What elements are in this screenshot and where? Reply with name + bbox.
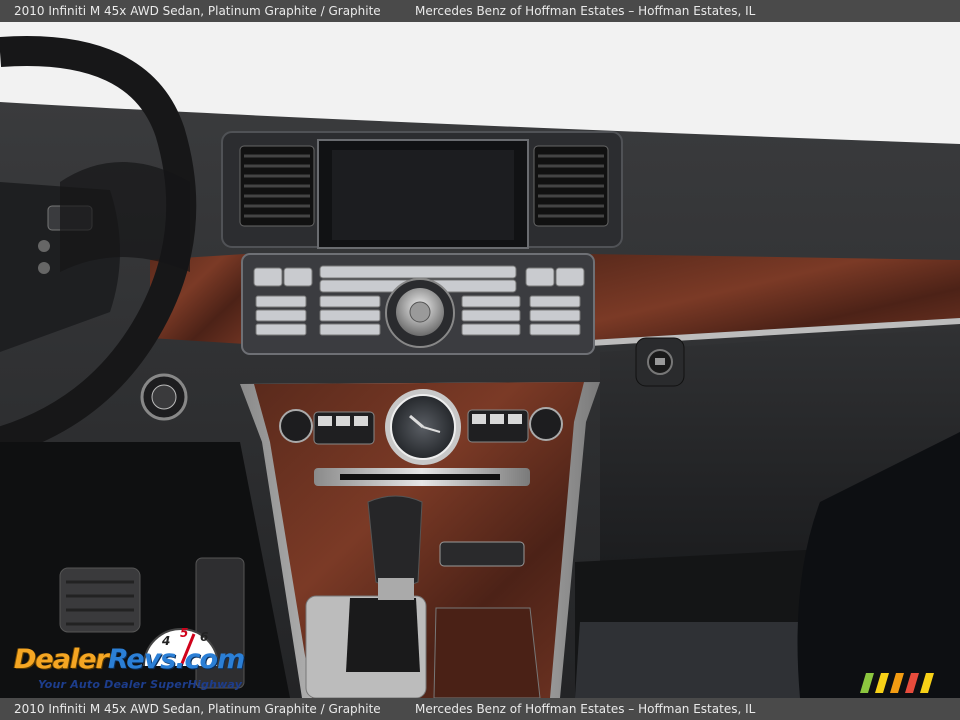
brand-suffix: .com	[175, 644, 245, 675]
shifter-boot	[346, 598, 420, 672]
stripe-4	[920, 673, 934, 693]
watermark-tagline: Your Auto Dealer SuperHighway	[38, 678, 243, 691]
brand-dealer: Dealer	[14, 644, 109, 675]
stripe-1	[875, 673, 889, 693]
dealer-location-bottom: Mercedes Benz of Hoffman Estates – Hoffm…	[415, 702, 756, 716]
left-dial-icon[interactable]	[279, 409, 313, 443]
dashboard-scene	[0, 22, 960, 698]
stripe-2	[890, 673, 904, 693]
car-title-bottom: 2010 Infiniti M 45x AWD Sedan, Platinum …	[14, 702, 381, 716]
gauge-number-5: 5	[180, 626, 189, 640]
dealerrevs-watermark: 4 5 6 DealerRevs.com Your Auto Dealer Su…	[12, 622, 272, 694]
gear-shifter-icon[interactable]	[367, 495, 423, 588]
gauge-number-6: 6	[200, 630, 209, 644]
dashboard-photo: 4 5 6 DealerRevs.com Your Auto Dealer Su…	[0, 22, 960, 698]
stripe-3	[905, 673, 919, 693]
stripe-0	[860, 673, 874, 693]
stripes-logo-icon	[860, 673, 934, 693]
bottom-caption-bar: 2010 Infiniti M 45x AWD Sedan, Platinum …	[0, 698, 960, 720]
right-air-vent-icon[interactable]	[533, 145, 609, 227]
car-title: 2010 Infiniti M 45x AWD Sedan, Platinum …	[14, 4, 381, 18]
watermark-brand: DealerRevs.com	[14, 644, 245, 675]
dealer-location: Mercedes Benz of Hoffman Estates – Hoffm…	[415, 4, 756, 18]
top-caption-bar: 2010 Infiniti M 45x AWD Sedan, Platinum …	[0, 0, 960, 22]
right-dial-icon[interactable]	[529, 407, 563, 441]
left-air-vent-icon[interactable]	[239, 145, 315, 227]
brand-revs: Revs	[107, 644, 176, 675]
analog-clock-icon	[385, 389, 461, 465]
